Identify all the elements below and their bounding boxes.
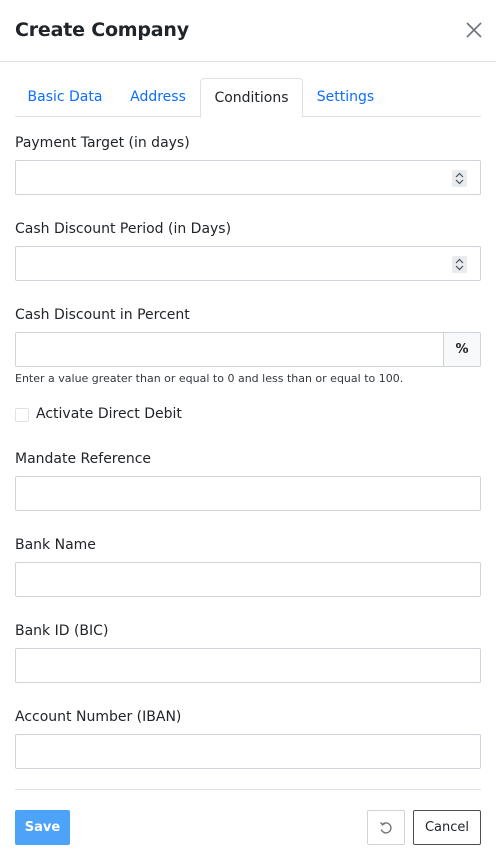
bank-id-label: Bank ID (BIC) [15, 623, 109, 639]
cash-discount-percent-input[interactable] [15, 332, 444, 367]
tab-conditions[interactable]: Conditions [200, 78, 303, 118]
cash-discount-percent-label: Cash Discount in Percent [15, 307, 190, 323]
tab-bar: Basic Data Address Conditions Settings [15, 78, 481, 118]
save-button[interactable]: Save [15, 810, 70, 845]
bank-name-input[interactable] [15, 562, 481, 597]
bank-id-input[interactable] [15, 648, 481, 683]
payment-target-label: Payment Target (in days) [15, 135, 190, 151]
spinner-icon[interactable] [452, 256, 467, 273]
cash-discount-period-input[interactable] [15, 246, 481, 281]
dialog-title: Create Company [15, 19, 189, 41]
mandate-reference-input[interactable] [15, 476, 481, 511]
tab-basic-data[interactable]: Basic Data [15, 78, 115, 117]
reset-icon [380, 821, 392, 834]
cash-discount-period-label: Cash Discount Period (in Days) [15, 221, 232, 237]
payment-target-input[interactable] [15, 160, 481, 195]
account-number-label: Account Number (IBAN) [15, 709, 182, 725]
dialog-header: Create Company [0, 0, 496, 62]
mandate-reference-label: Mandate Reference [15, 451, 152, 467]
direct-debit-label[interactable]: Activate Direct Debit [36, 406, 182, 422]
spinner-icon[interactable] [452, 170, 467, 187]
account-number-input[interactable] [15, 734, 481, 769]
tab-address[interactable]: Address [115, 78, 201, 117]
bank-name-label: Bank Name [15, 537, 96, 553]
percent-addon: % [443, 332, 481, 367]
close-icon[interactable] [464, 20, 484, 40]
cancel-button[interactable]: Cancel [413, 810, 481, 845]
direct-debit-checkbox[interactable] [15, 408, 29, 422]
cash-discount-percent-help: Enter a value greater than or equal to 0… [15, 372, 404, 385]
reset-button[interactable] [367, 810, 405, 845]
tab-settings[interactable]: Settings [303, 78, 388, 117]
footer-divider [15, 789, 481, 790]
